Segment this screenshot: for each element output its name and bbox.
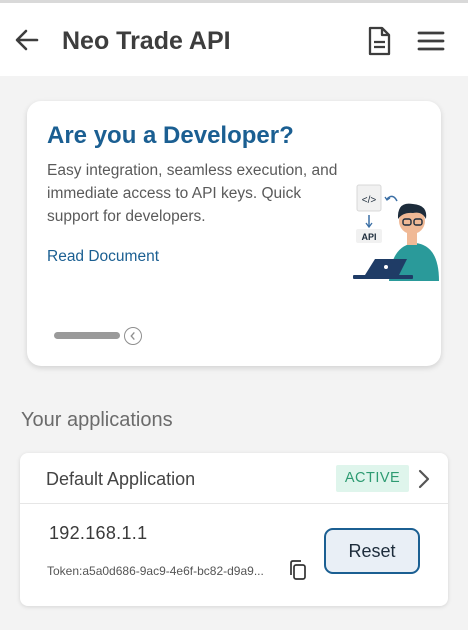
copy-icon[interactable]	[288, 559, 308, 581]
document-icon[interactable]	[364, 25, 394, 57]
arrow-left-icon[interactable]	[12, 25, 42, 55]
chevron-right-icon[interactable]	[417, 468, 431, 490]
developer-at-laptop-illustration: </> API	[353, 184, 439, 281]
application-name: Default Application	[46, 469, 196, 489]
application-card: Default Application ACTIVE 192.168.1.1 T…	[20, 453, 448, 606]
ip-address: 192.168.1.1	[49, 523, 148, 543]
app-header: Neo Trade API	[0, 0, 468, 76]
chevron-left-icon[interactable]	[124, 327, 142, 345]
api-token: Token:a5a0d686-9ac9-4e6f-bc82-d9a9...	[47, 564, 264, 578]
reset-button[interactable]: Reset	[324, 528, 420, 574]
banner-heading: Are you a Developer?	[47, 122, 294, 149]
developer-banner: Are you a Developer? Easy integration, s…	[27, 101, 441, 366]
carousel-indicator	[54, 332, 120, 339]
page-title: Neo Trade API	[62, 27, 231, 55]
status-badge: ACTIVE	[336, 465, 409, 492]
illustration-code-label: </>	[362, 195, 377, 206]
read-document-link[interactable]: Read Document	[47, 246, 159, 268]
illustration-api-label: API	[361, 232, 376, 242]
section-title: Your applications	[21, 409, 173, 431]
banner-description: Easy integration, seamless execution, an…	[47, 162, 338, 225]
hamburger-menu-icon[interactable]	[416, 27, 446, 55]
application-header[interactable]: Default Application ACTIVE	[20, 453, 448, 504]
